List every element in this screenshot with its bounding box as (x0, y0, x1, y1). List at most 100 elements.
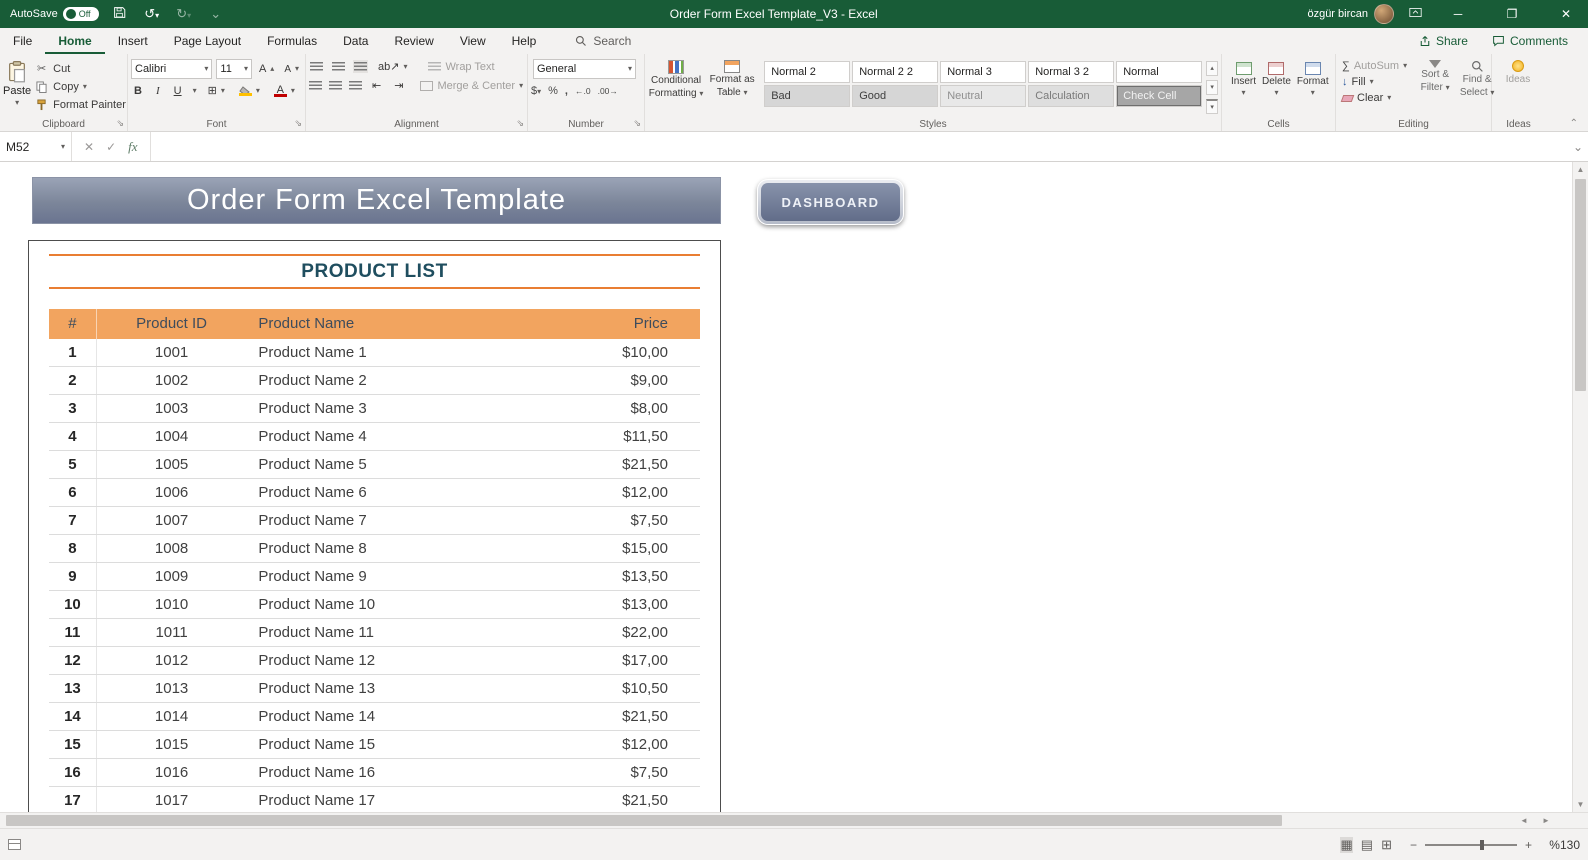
comma-style-button[interactable]: , (565, 85, 568, 97)
table-row[interactable]: 12 1012 Product Name 12 $17,00 (49, 647, 700, 675)
wrap-text-button[interactable]: Wrap Text (425, 60, 497, 74)
tab-view[interactable]: View (447, 28, 499, 54)
borders-button[interactable]: ⊞ ▾ (205, 83, 228, 98)
scroll-right-icon[interactable]: ► (1538, 813, 1554, 828)
number-format-combo[interactable]: General ▾ (533, 59, 636, 79)
increase-decimal-button[interactable]: ←.0 (575, 86, 591, 96)
conditional-formatting-button[interactable]: Conditional Formatting ▾ (648, 57, 704, 116)
expand-formula-bar-icon[interactable]: ⌄ (1568, 132, 1588, 161)
accounting-format-button[interactable]: $▾ (531, 85, 541, 97)
copy-button[interactable]: Copy ▾ (31, 79, 129, 94)
clipboard-dialog-launcher-icon[interactable]: ⇘ (116, 118, 124, 129)
number-dialog-launcher-icon[interactable]: ⇘ (633, 118, 641, 129)
styles-scroll-down-icon[interactable]: ▾ (1206, 80, 1218, 95)
font-dialog-launcher-icon[interactable]: ⇘ (294, 118, 302, 129)
style-normal[interactable]: Normal (1116, 61, 1203, 83)
table-row[interactable]: 6 1006 Product Name 6 $12,00 (49, 479, 700, 507)
quick-access-customize-icon[interactable]: ⌄ (205, 6, 227, 22)
autosum-button[interactable]: ∑ AutoSum ▾ (1339, 59, 1410, 73)
table-row[interactable]: 5 1005 Product Name 5 $21,50 (49, 451, 700, 479)
clear-button[interactable]: Clear ▾ (1339, 91, 1410, 105)
share-button[interactable]: Share (1409, 34, 1478, 48)
ribbon-search[interactable]: Search (575, 28, 631, 54)
worksheet[interactable]: Order Form Excel Template DASHBOARD PROD… (0, 162, 1572, 812)
table-row[interactable]: 9 1009 Product Name 9 $13,50 (49, 563, 700, 591)
ideas-button[interactable]: Ideas (1495, 57, 1541, 86)
align-center-icon[interactable] (329, 79, 342, 92)
sort-filter-button[interactable]: Sort & Filter ▾ (1416, 57, 1454, 116)
percent-style-button[interactable]: % (548, 85, 558, 97)
tab-page-layout[interactable]: Page Layout (161, 28, 254, 54)
styles-scroll-up-icon[interactable]: ▴ (1206, 61, 1218, 76)
collapse-ribbon-icon[interactable]: ⌃ (1570, 118, 1578, 129)
tab-formulas[interactable]: Formulas (254, 28, 330, 54)
restore-button[interactable]: ❐ (1490, 0, 1534, 28)
page-break-view-icon[interactable]: ⊞ (1381, 837, 1392, 853)
style-neutral[interactable]: Neutral (940, 85, 1027, 107)
save-icon[interactable] (109, 6, 131, 22)
zoom-level[interactable]: %130 (1542, 838, 1580, 852)
table-row[interactable]: 16 1016 Product Name 16 $7,50 (49, 759, 700, 787)
redo-icon[interactable]: ↻▾ (173, 6, 195, 22)
middle-align-icon[interactable] (331, 60, 346, 73)
table-row[interactable]: 11 1011 Product Name 11 $22,00 (49, 619, 700, 647)
table-row[interactable]: 13 1013 Product Name 13 $10,50 (49, 675, 700, 703)
autosave-toggle[interactable]: AutoSave Off (10, 7, 99, 21)
cut-button[interactable]: ✂ Cut (31, 61, 129, 76)
shrink-font-button[interactable]: A ▾ (281, 63, 302, 76)
minimize-button[interactable]: ─ (1436, 0, 1480, 28)
macro-record-icon[interactable] (8, 839, 21, 850)
tab-data[interactable]: Data (330, 28, 381, 54)
font-name-combo[interactable]: Calibri ▾ (131, 59, 213, 79)
normal-view-icon[interactable]: ▦ (1340, 836, 1353, 853)
scroll-up-icon[interactable]: ▲ (1573, 162, 1588, 177)
table-row[interactable]: 3 1003 Product Name 3 $8,00 (49, 395, 700, 423)
tab-review[interactable]: Review (381, 28, 446, 54)
table-row[interactable]: 14 1014 Product Name 14 $21,50 (49, 703, 700, 731)
table-row[interactable]: 10 1010 Product Name 10 $13,00 (49, 591, 700, 619)
cancel-entry-icon[interactable]: ✕ (84, 140, 94, 154)
scroll-left-icon[interactable]: ◄ (1516, 813, 1532, 828)
style-calculation[interactable]: Calculation (1028, 85, 1115, 107)
decrease-indent-button[interactable]: ⇤ (369, 78, 384, 93)
zoom-out-icon[interactable]: − (1410, 838, 1417, 852)
bold-button[interactable]: B (131, 84, 145, 98)
format-as-table-button[interactable]: Format as Table ▾ (704, 57, 760, 116)
style-good[interactable]: Good (852, 85, 939, 107)
paste-button[interactable]: Paste ▾ (3, 57, 31, 116)
table-row[interactable]: 17 1017 Product Name 17 $21,50 (49, 787, 700, 812)
vertical-scroll-thumb[interactable] (1575, 179, 1586, 391)
italic-button[interactable]: I (153, 84, 163, 98)
find-select-button[interactable]: Find & Select ▾ (1458, 57, 1496, 116)
table-row[interactable]: 15 1015 Product Name 15 $12,00 (49, 731, 700, 759)
scroll-down-icon[interactable]: ▼ (1573, 797, 1588, 812)
tab-help[interactable]: Help (499, 28, 550, 54)
fill-button[interactable]: ↓ Fill ▾ (1339, 75, 1410, 89)
fill-color-button[interactable]: ▾ (236, 85, 263, 97)
table-row[interactable]: 8 1008 Product Name 8 $15,00 (49, 535, 700, 563)
ribbon-display-options-icon[interactable] (1404, 6, 1426, 22)
underline-button[interactable]: U (171, 84, 185, 98)
page-layout-view-icon[interactable]: ▤ (1361, 837, 1373, 853)
styles-more-icon[interactable]: ▾ (1206, 99, 1218, 114)
format-painter-button[interactable]: Format Painter (31, 97, 129, 112)
horizontal-scrollbar[interactable]: ◄ ► (0, 812, 1588, 828)
style-normal-3[interactable]: Normal 3 (940, 61, 1027, 83)
merge-center-button[interactable]: Merge & Center ▾ (417, 79, 526, 93)
grow-font-button[interactable]: A ▴ (256, 62, 277, 76)
table-row[interactable]: 2 1002 Product Name 2 $9,00 (49, 367, 700, 395)
formula-input[interactable] (151, 132, 1568, 161)
avatar[interactable] (1374, 4, 1394, 24)
font-size-combo[interactable]: 11 ▾ (216, 59, 252, 79)
enter-entry-icon[interactable]: ✓ (106, 140, 116, 154)
zoom-slider-thumb[interactable] (1479, 839, 1484, 850)
tab-file[interactable]: File (0, 28, 45, 54)
bottom-align-icon[interactable] (353, 60, 368, 73)
style-normal-3-2[interactable]: Normal 3 2 (1028, 61, 1115, 83)
account-user[interactable]: özgür bircan (1307, 4, 1394, 24)
style-normal-2-2[interactable]: Normal 2 2 (852, 61, 939, 83)
close-button[interactable]: ✕ (1544, 0, 1588, 28)
insert-cells-button[interactable]: Insert ▾ (1231, 59, 1256, 97)
zoom-in-icon[interactable]: + (1525, 838, 1532, 852)
style-check-cell[interactable]: Check Cell (1116, 85, 1203, 107)
